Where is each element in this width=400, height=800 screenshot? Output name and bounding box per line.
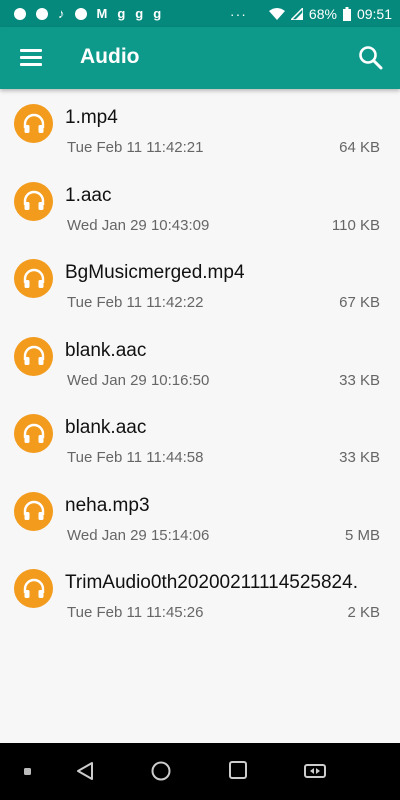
headphones-icon [14,259,53,298]
home-icon[interactable] [151,761,171,781]
file-name: blank.aac [65,417,147,438]
file-date: Tue Feb 11 11:42:22 [67,294,204,311]
file-name: TrimAudio0th20200211114525824. [65,572,358,593]
clock: 09:51 [356,5,392,22]
file-date: Tue Feb 11 11:42:21 [67,139,204,156]
file-date: Wed Jan 29 10:43:09 [67,216,210,234]
list-item[interactable]: 1.mp4 Tue Feb 11 11:42:21 64 KB [0,89,400,167]
file-name: blank.aac [65,339,147,361]
switch-icon[interactable] [303,761,327,781]
hamburger-line [20,63,42,66]
battery-icon [342,6,351,21]
file-name: neha.mp3 [65,494,150,516]
file-size: 64 KB [339,139,380,156]
headphones-icon [14,181,53,221]
headphones-icon [14,491,53,531]
list-item[interactable]: 1.aac Wed Jan 29 10:43:09 110 KB [0,167,400,245]
list-item[interactable]: blank.aac Wed Jan 29 10:16:50 33 KB [0,322,400,400]
file-size: 33 KB [339,371,380,389]
recents-icon[interactable] [229,761,247,780]
hamburger-line [20,56,42,59]
overflow-indicator: ··· [229,5,247,22]
app-bar: Audio [0,27,400,89]
list-item[interactable]: blank.aac Tue Feb 11 11:44:58 33 KB [0,399,400,477]
dot-icon[interactable] [24,768,32,776]
hamburger-menu-icon [20,49,42,52]
list-item[interactable]: TrimAudio0th20200211114525824. Tue Feb 1… [0,554,400,632]
headphones-icon [23,113,44,133]
wifi-icon [268,7,285,20]
system-nav-bar [0,743,400,800]
page-title: Audio [80,45,140,68]
headphones-icon [23,423,44,443]
tiktok-icon: ♪ [58,5,65,21]
search-icon [359,46,383,70]
headphones-icon [14,104,53,143]
file-name: 1.mp4 [65,107,118,128]
g-icon: g [153,5,162,21]
list-item[interactable]: neha.mp3 Wed Jan 29 15:14:06 5 MB [0,477,400,555]
file-size: 2 KB [347,604,380,621]
file-size: 33 KB [339,449,380,466]
status-bar: ♪ M g g g ··· 68% 09:51 [0,0,400,27]
status-left-icons: ♪ M g g g [14,5,162,21]
audio-file-list: 1.mp4 Tue Feb 11 11:42:21 64 KB 1.aac We… [0,89,400,632]
file-size: 110 KB [331,216,380,234]
signal-icon [290,7,303,20]
facebook-icon [36,7,48,20]
m-app-icon: M [96,5,108,21]
facebook-icon [74,7,87,20]
headphones-icon [23,500,44,520]
g-icon: g [117,5,126,21]
file-name: BgMusicmerged.mp4 [65,262,245,283]
file-date: Tue Feb 11 11:45:26 [67,604,204,621]
headphones-icon [14,414,53,453]
file-date: Tue Feb 11 11:44:58 [67,449,204,466]
headphones-icon [23,268,44,288]
headphones-icon [23,578,44,598]
back-icon[interactable] [76,761,94,781]
menu-button[interactable] [20,49,42,67]
search-button[interactable] [358,45,384,71]
g-icon: g [135,5,144,21]
status-right: ··· 68% 09:51 [230,6,392,22]
file-size: 5 MB [344,526,380,544]
file-date: Wed Jan 29 15:14:06 [67,526,210,544]
file-date: Wed Jan 29 10:16:50 [67,371,210,389]
headphones-icon [14,569,53,608]
headphones-icon [23,190,44,210]
app-notification-icon [14,7,26,20]
file-size: 67 KB [339,294,380,311]
list-item[interactable]: BgMusicmerged.mp4 Tue Feb 11 11:42:22 67… [0,244,400,322]
file-name: 1.aac [65,184,112,206]
battery-percent: 68% [308,5,337,22]
headphones-icon [23,345,44,365]
headphones-icon [14,336,53,376]
